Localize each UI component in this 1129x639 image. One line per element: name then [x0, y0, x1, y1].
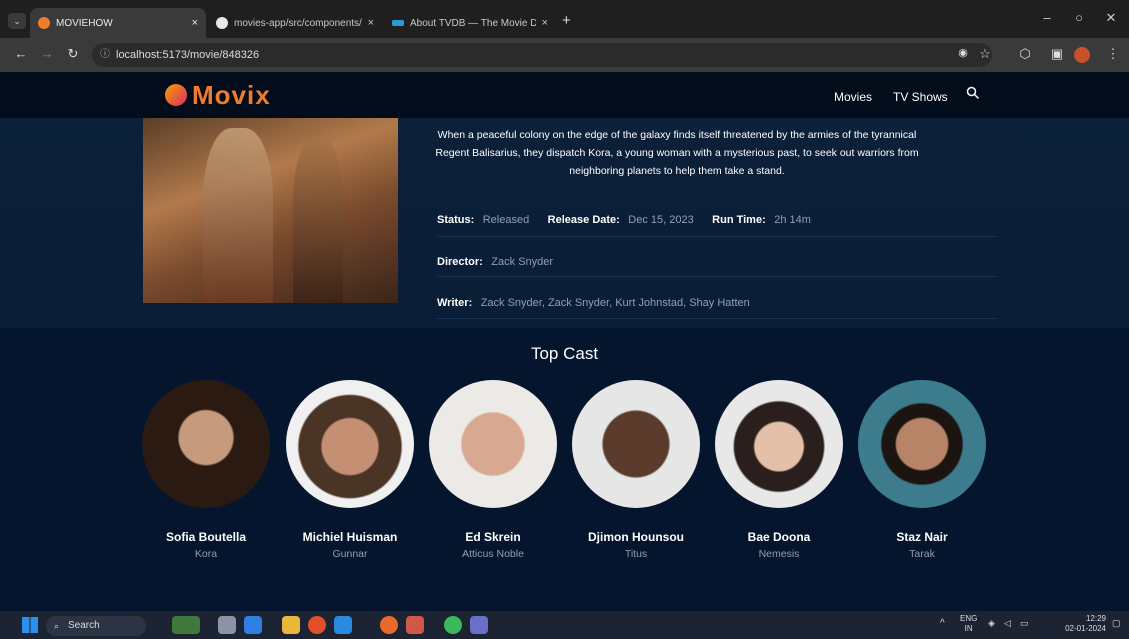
maximize-icon[interactable]: ○: [1064, 10, 1094, 25]
cast-character: Nemesis: [758, 548, 800, 560]
site-logo[interactable]: Movix: [192, 80, 271, 111]
writer-row: Writer: Zack Snyder, Zack Snyder, Kurt J…: [437, 293, 750, 311]
forward-icon[interactable]: →: [38, 46, 56, 61]
task-view-icon[interactable]: [218, 616, 236, 634]
tmdb-favicon-icon: [392, 20, 404, 26]
cast-avatar-djimon-hounsou: [572, 380, 700, 508]
file-explorer-icon[interactable]: [282, 616, 300, 634]
tab-title: movies-app/src/components/...: [234, 17, 362, 29]
vscode-icon[interactable]: [334, 616, 352, 634]
top-cast-heading: Top Cast: [530, 344, 599, 363]
widgets-icon[interactable]: [172, 616, 200, 634]
cast-avatar-sofia-boutella: [142, 380, 270, 508]
language-indicator[interactable]: ENG IN: [960, 614, 977, 634]
windows-start-icon[interactable]: [22, 617, 38, 633]
whatsapp-icon[interactable]: [444, 616, 462, 634]
tab-menu-button[interactable]: ⌄: [8, 13, 26, 29]
taskbar-search[interactable]: ⌕ Search: [46, 616, 146, 636]
wifi-icon[interactable]: ◈: [988, 618, 995, 629]
cast-name: Djimon Hounsou: [588, 530, 684, 544]
cast-character: Atticus Noble: [462, 548, 524, 560]
tray-overflow-icon[interactable]: ^: [940, 618, 945, 629]
close-tab-icon[interactable]: ×: [542, 17, 548, 29]
clock[interactable]: 12:29 02-01-2024: [1050, 614, 1106, 634]
tab-title: MOVIEHOW: [56, 17, 113, 29]
app-icon[interactable]: [406, 616, 424, 634]
firefox-icon[interactable]: [380, 616, 398, 634]
movie-poster: [143, 118, 398, 303]
cast-name: Bae Doona: [747, 530, 811, 544]
nav-movies[interactable]: Movies: [834, 90, 872, 104]
eye-slash-icon[interactable]: ◉: [954, 46, 972, 59]
bookmark-star-icon[interactable]: ☆: [976, 46, 994, 62]
director-label: Director:: [437, 256, 483, 268]
site-info-icon[interactable]: ⓘ: [100, 43, 110, 67]
release-date-value: Dec 15, 2023: [628, 214, 694, 226]
writer-value: Zack Snyder, Zack Snyder, Kurt Johnstad,…: [480, 297, 750, 309]
cast-avatar-michiel-huisman: [286, 380, 414, 508]
cast-name: Ed Skrein: [465, 530, 521, 544]
tab-moviehow[interactable]: MOVIEHOW ×: [30, 8, 206, 38]
clock-time: 12:29: [1085, 614, 1106, 623]
cast-name: Sofia Boutella: [165, 530, 246, 544]
volume-icon[interactable]: ◁: [1004, 618, 1011, 629]
release-date-label: Release Date:: [547, 214, 620, 226]
runtime-value: 2h 14m: [774, 214, 811, 226]
address-bar[interactable]: ⓘ localhost:5173/movie/848326: [92, 43, 992, 67]
cast-character: Gunnar: [332, 548, 368, 560]
moviehow-favicon-icon: [38, 17, 50, 29]
writer-label: Writer:: [437, 297, 473, 309]
new-tab-button[interactable]: +: [562, 12, 571, 29]
status-row: Status: Released Release Date: Dec 15, 2…: [437, 210, 811, 228]
microsoft-store-icon[interactable]: [244, 616, 262, 634]
divider: [437, 276, 997, 277]
runtime-label: Run Time:: [712, 214, 766, 226]
close-tab-icon[interactable]: ×: [192, 17, 198, 29]
movie-overview: When a peaceful colony on the edge of th…: [435, 129, 919, 177]
teams-icon[interactable]: [470, 616, 488, 634]
sidebar-icon[interactable]: ▣: [1048, 46, 1066, 62]
director-value: Zack Snyder: [491, 256, 554, 268]
browser-menu-icon[interactable]: ⋮: [1104, 46, 1122, 62]
search-icon: ⌕: [54, 621, 60, 631]
back-icon[interactable]: ←: [12, 46, 30, 61]
cast-avatar-bae-doona: [715, 380, 843, 508]
reload-icon[interactable]: ↻: [64, 46, 82, 62]
region-code: IN: [964, 624, 973, 633]
cast-character: Tarak: [909, 548, 935, 560]
cast-name: Michiel Huisman: [302, 530, 398, 544]
url-text: localhost:5173/movie/848326: [116, 49, 260, 61]
cast-avatar-ed-skrein: [429, 380, 557, 508]
close-tab-icon[interactable]: ×: [368, 17, 374, 29]
status-value: Released: [482, 214, 530, 226]
language-code: ENG: [960, 614, 978, 623]
notifications-icon[interactable]: ▢: [1112, 618, 1121, 629]
battery-icon[interactable]: ▭: [1020, 618, 1029, 629]
search-icon[interactable]: [966, 86, 980, 100]
github-icon: [216, 17, 228, 29]
cast-avatar-staz-nair: [858, 380, 986, 508]
director-row: Director: Zack Snyder: [437, 252, 553, 270]
taskbar-search-label: Search: [68, 620, 100, 631]
cast-character: Titus: [624, 548, 648, 560]
cast-name: Staz Nair: [896, 530, 948, 544]
chrome-icon[interactable]: [308, 616, 326, 634]
nav-tv-shows[interactable]: TV Shows: [893, 90, 948, 104]
status-label: Status:: [437, 214, 475, 226]
divider: [437, 318, 997, 319]
divider: [437, 236, 997, 237]
close-window-icon[interactable]: ✕: [1096, 10, 1126, 26]
profile-avatar-icon[interactable]: [1074, 47, 1090, 63]
clock-date: 02-01-2024: [1065, 624, 1106, 633]
extensions-icon[interactable]: ⬡: [1016, 46, 1034, 62]
minimize-icon[interactable]: –: [1032, 10, 1062, 25]
logo-icon[interactable]: [165, 84, 187, 106]
tab-title: About TVDB — The Movie Dat...: [410, 17, 536, 29]
tab-tmdb[interactable]: About TVDB — The Movie Dat... ×: [384, 8, 556, 38]
cast-character: Kora: [194, 548, 218, 560]
tab-github[interactable]: movies-app/src/components/... ×: [208, 8, 382, 38]
